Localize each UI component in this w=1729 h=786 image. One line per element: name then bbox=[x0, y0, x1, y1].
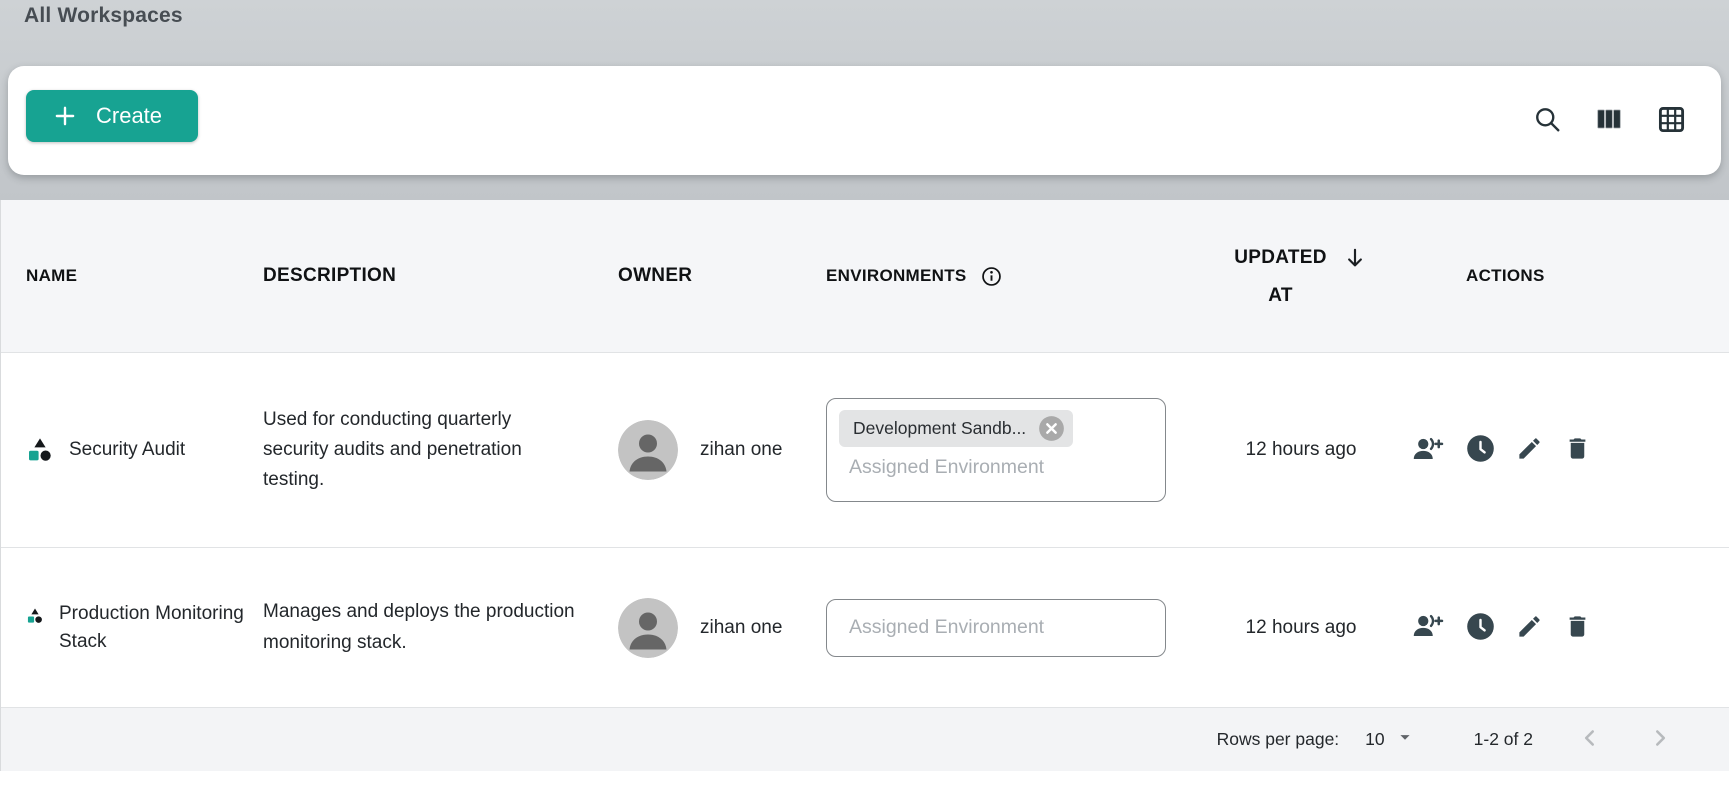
create-button[interactable]: Create bbox=[26, 90, 198, 142]
assigned-environment-input[interactable]: Development Sandb... Assigned Environmen… bbox=[826, 398, 1166, 502]
table-row: Production Monitoring Stack Manages and … bbox=[1, 548, 1729, 708]
sort-desc-icon[interactable] bbox=[1342, 245, 1368, 271]
info-icon[interactable] bbox=[980, 265, 1003, 288]
history-icon bbox=[1466, 612, 1495, 644]
column-header-actions: ACTIONS bbox=[1411, 266, 1729, 286]
add-user-icon bbox=[1411, 611, 1445, 644]
delete-button[interactable] bbox=[1564, 435, 1591, 465]
table-row: Security Audit Used for conducting quart… bbox=[1, 353, 1729, 548]
column-header-name[interactable]: NAME bbox=[1, 266, 263, 286]
previous-page-button[interactable] bbox=[1577, 725, 1603, 754]
grid-view-icon bbox=[1656, 104, 1687, 138]
workspace-name: Security Audit bbox=[69, 436, 185, 464]
add-user-button[interactable] bbox=[1411, 611, 1445, 644]
environments-cell: Assigned Environment bbox=[826, 599, 1191, 657]
column-header-at-label: AT bbox=[1234, 285, 1327, 307]
rows-per-page-value: 10 bbox=[1365, 729, 1384, 750]
workspace-shapes-icon bbox=[26, 436, 54, 464]
delete-button[interactable] bbox=[1564, 613, 1591, 643]
workspace-name-cell: Production Monitoring Stack bbox=[1, 600, 263, 655]
view-columns-icon bbox=[1594, 104, 1624, 137]
close-icon[interactable] bbox=[1038, 415, 1065, 442]
owner-cell: zihan one bbox=[618, 598, 826, 658]
updated-at-cell: 12 hours ago bbox=[1191, 439, 1411, 461]
plus-icon bbox=[52, 103, 78, 129]
table-header: NAME DESCRIPTION OWNER ENVIRONMENTS UPDA… bbox=[1, 200, 1729, 353]
rows-per-page-select[interactable]: 10 bbox=[1365, 726, 1415, 753]
chevron-left-icon bbox=[1577, 725, 1603, 754]
column-header-description[interactable]: DESCRIPTION bbox=[263, 261, 618, 291]
workspaces-table: NAME DESCRIPTION OWNER ENVIRONMENTS UPDA… bbox=[0, 200, 1729, 771]
view-columns-button[interactable] bbox=[1594, 104, 1624, 137]
history-button[interactable] bbox=[1466, 434, 1495, 466]
actions-cell bbox=[1411, 611, 1729, 644]
environment-placeholder: Assigned Environment bbox=[839, 616, 1044, 639]
workspace-name-cell: Security Audit bbox=[1, 436, 263, 464]
workspace-description: Manages and deploys the production monit… bbox=[263, 597, 618, 657]
updated-at-cell: 12 hours ago bbox=[1191, 617, 1411, 639]
environments-cell: Development Sandb... Assigned Environmen… bbox=[826, 398, 1191, 502]
owner-cell: zihan one bbox=[618, 420, 826, 480]
chevron-right-icon bbox=[1647, 725, 1673, 754]
assigned-environment-input[interactable]: Assigned Environment bbox=[826, 599, 1166, 657]
edit-icon bbox=[1516, 613, 1543, 643]
next-page-button[interactable] bbox=[1647, 725, 1673, 754]
column-header-updated-at[interactable]: UPDATED AT bbox=[1191, 245, 1411, 307]
column-header-updated-label: UPDATED bbox=[1234, 247, 1327, 269]
edit-button[interactable] bbox=[1516, 613, 1543, 643]
workspace-description: Used for conducting quarterly security a… bbox=[263, 405, 618, 495]
search-button[interactable] bbox=[1532, 104, 1562, 137]
environment-chip-label: Development Sandb... bbox=[853, 418, 1026, 439]
add-user-icon bbox=[1411, 434, 1445, 467]
delete-icon bbox=[1564, 613, 1591, 643]
owner-name: zihan one bbox=[700, 617, 782, 639]
workspace-shapes-icon bbox=[26, 607, 44, 625]
toolbar-icons bbox=[1532, 104, 1687, 138]
pagination-bar: Rows per page: 10 1-2 of 2 bbox=[1, 708, 1729, 771]
search-icon bbox=[1532, 104, 1562, 137]
owner-name: zihan one bbox=[700, 439, 782, 461]
history-icon bbox=[1466, 434, 1495, 466]
history-button[interactable] bbox=[1466, 612, 1495, 644]
column-header-environments-label: ENVIRONMENTS bbox=[826, 266, 967, 286]
page-title: All Workspaces bbox=[0, 0, 1729, 28]
add-user-button[interactable] bbox=[1411, 434, 1445, 467]
workspace-name: Production Monitoring Stack bbox=[59, 600, 263, 655]
environment-placeholder: Assigned Environment bbox=[839, 456, 1153, 479]
pagination-range: 1-2 of 2 bbox=[1474, 729, 1533, 750]
actions-cell bbox=[1411, 434, 1729, 467]
top-band: All Workspaces Create bbox=[0, 0, 1729, 200]
column-header-environments[interactable]: ENVIRONMENTS bbox=[826, 265, 1191, 288]
delete-icon bbox=[1564, 435, 1591, 465]
rows-per-page-label: Rows per page: bbox=[1217, 729, 1340, 750]
edit-icon bbox=[1516, 435, 1543, 465]
avatar-icon bbox=[618, 420, 678, 480]
caret-down-icon bbox=[1394, 726, 1416, 753]
bottom-strip bbox=[0, 771, 1729, 786]
environment-chip[interactable]: Development Sandb... bbox=[839, 410, 1073, 447]
edit-button[interactable] bbox=[1516, 435, 1543, 465]
create-button-label: Create bbox=[96, 103, 162, 129]
grid-view-button[interactable] bbox=[1656, 104, 1687, 138]
toolbar-card: Create bbox=[8, 66, 1721, 175]
column-header-owner[interactable]: OWNER bbox=[618, 265, 826, 287]
avatar-icon bbox=[618, 598, 678, 658]
